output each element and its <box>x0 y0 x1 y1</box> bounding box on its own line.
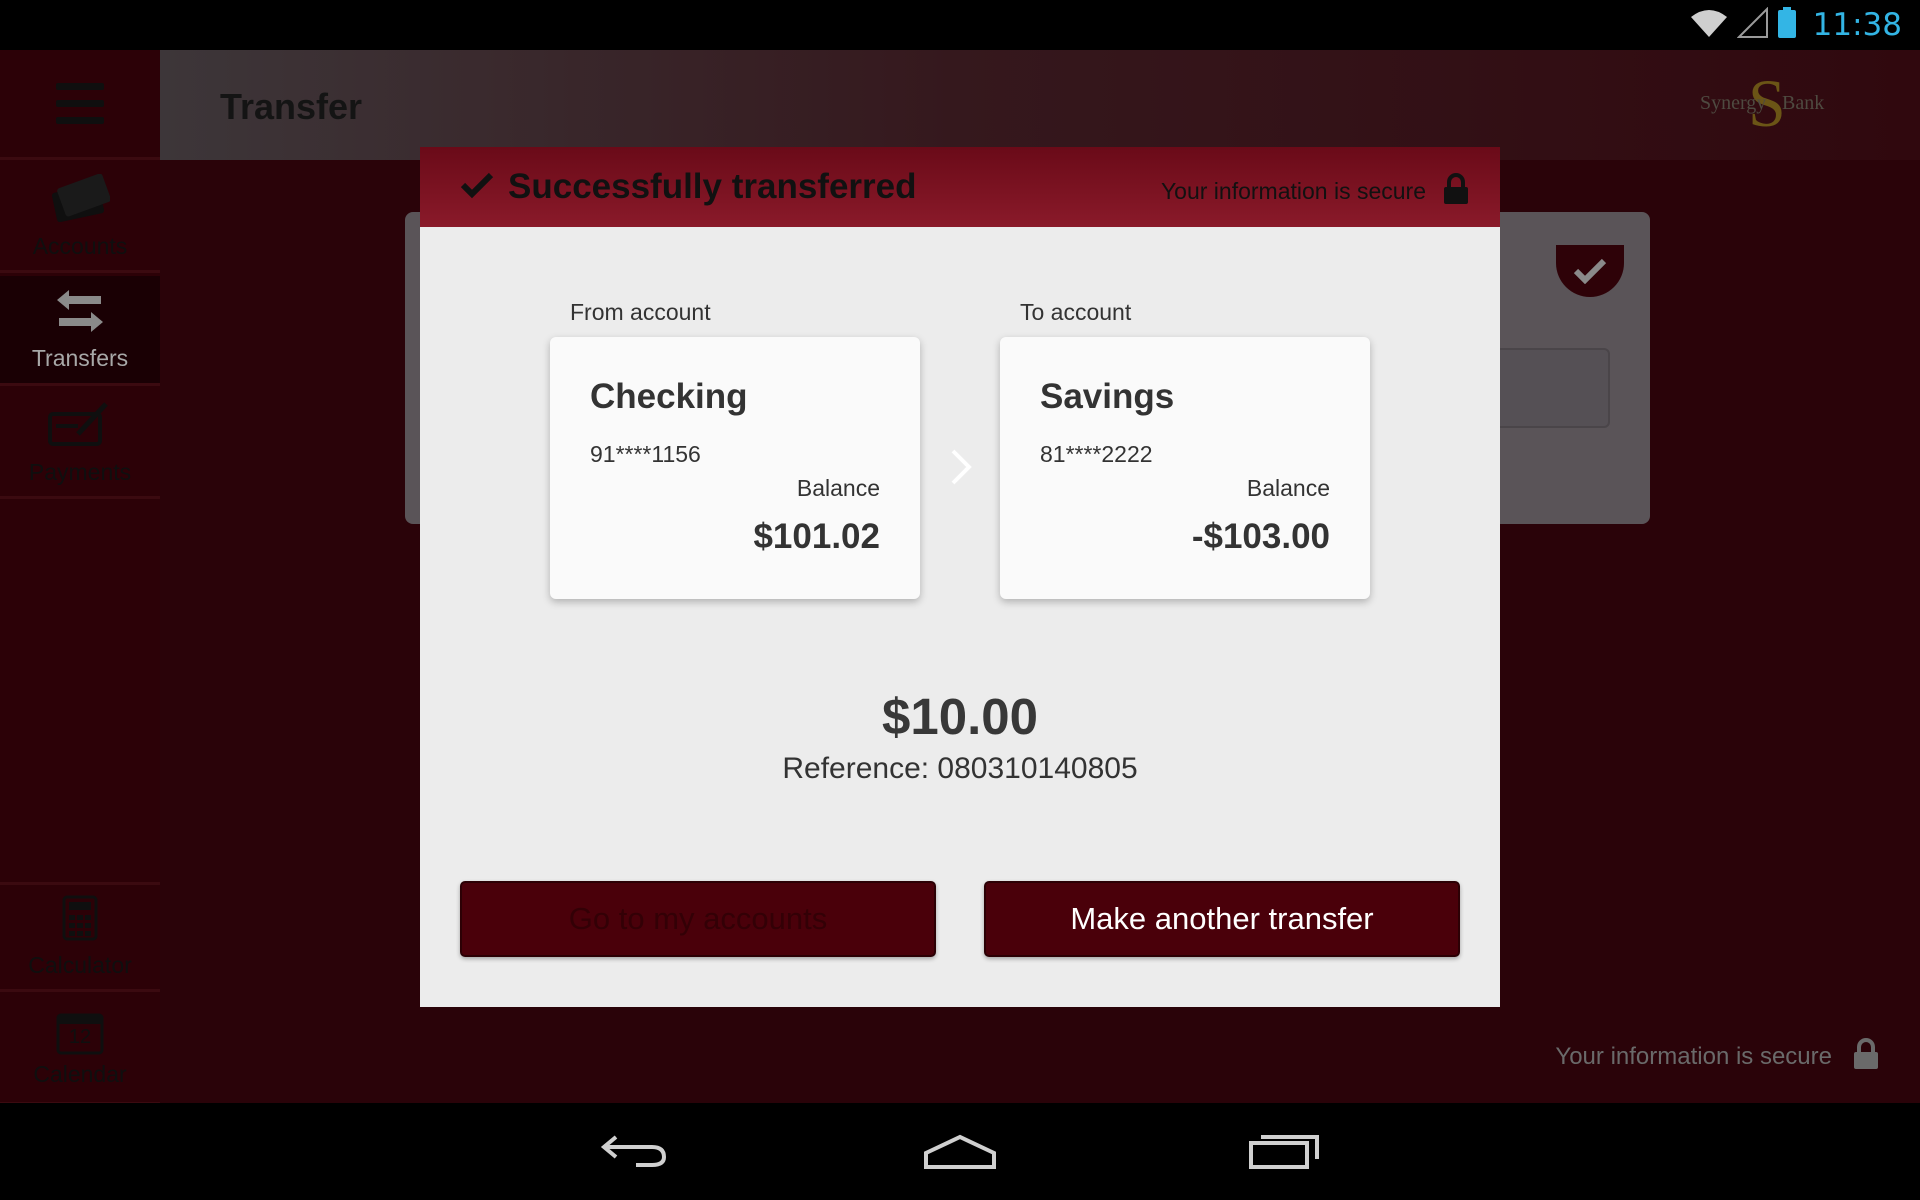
calendar-icon: 12 <box>56 1009 104 1055</box>
footer-secure-text: Your information is secure <box>1555 1042 1832 1070</box>
sidebar-item-label: Calendar <box>33 1061 127 1087</box>
to-account-number: 81****2222 <box>1040 441 1153 467</box>
sidebar-item-label: Accounts <box>32 232 128 259</box>
bank-logo: S Synergy Bank <box>1700 65 1840 141</box>
from-balance-value: $101.02 <box>753 517 880 556</box>
check-icon <box>1573 258 1607 284</box>
calendar-day: 12 <box>68 1026 92 1048</box>
from-account-card: Checking 91****1156 Balance $101.02 <box>550 337 920 599</box>
from-account-name: Checking <box>590 377 748 416</box>
home-icon <box>924 1134 996 1169</box>
status-bar: 11:38 <box>0 0 1920 50</box>
recent-apps-button[interactable] <box>1235 1125 1335 1177</box>
menu-button[interactable] <box>0 50 160 160</box>
dialog-header: Successfully transferred Your informatio… <box>420 147 1500 227</box>
to-balance-value: -$103.00 <box>1191 517 1330 556</box>
sidebar-item-payments[interactable]: Payments <box>0 389 160 499</box>
system-nav-bar <box>0 1103 1920 1200</box>
lock-icon <box>1852 1038 1880 1075</box>
sidebar-item-transfers[interactable]: Transfers <box>0 276 160 386</box>
make-another-transfer-button[interactable]: Make another transfer <box>984 881 1460 957</box>
to-account-name: Savings <box>1040 377 1175 416</box>
sidebar-item-label: Transfers <box>31 344 129 371</box>
back-icon <box>600 1135 667 1167</box>
footer-secure-notice: Your information is secure <box>1555 1038 1880 1075</box>
from-balance-label: Balance <box>796 475 880 501</box>
to-account-card: Savings 81****2222 Balance -$103.00 <box>1000 337 1370 599</box>
page-title: Transfer <box>220 86 363 127</box>
sidebar: Accounts Transfers Payments Calculator 1… <box>0 50 160 1103</box>
transfer-reference: Reference: 080310140805 <box>782 752 1138 785</box>
recent-apps-icon <box>1249 1135 1319 1169</box>
wifi-icon <box>1689 7 1729 44</box>
check-icon <box>460 171 494 204</box>
background-input <box>1490 348 1610 428</box>
card-icon <box>50 173 111 227</box>
back-button[interactable] <box>585 1125 685 1177</box>
sidebar-item-accounts[interactable]: Accounts <box>0 163 160 273</box>
check-pen-icon <box>48 400 112 453</box>
transfer-success-dialog: Successfully transferred Your informatio… <box>420 147 1500 1007</box>
sidebar-item-label: Payments <box>28 458 132 485</box>
transfer-amount: $10.00 <box>882 688 1038 745</box>
from-account-label: From account <box>570 299 711 325</box>
lock-icon <box>1442 173 1470 210</box>
battery-icon <box>1777 6 1797 44</box>
calculator-icon <box>62 895 98 946</box>
status-clock: 11:38 <box>1812 7 1902 43</box>
transfer-arrows-icon <box>55 288 105 339</box>
top-bar: Transfer S Synergy Bank <box>160 50 1920 160</box>
dialog-secure-notice: Your information is secure <box>1161 173 1470 210</box>
to-account-label: To account <box>1020 299 1132 325</box>
sidebar-item-label: Calculator <box>28 952 132 978</box>
go-to-accounts-button[interactable]: Go to my accounts <box>460 881 936 957</box>
from-account-number: 91****1156 <box>590 441 701 467</box>
logo-word-left: Synergy <box>1700 92 1767 114</box>
chevron-right-icon <box>945 447 975 492</box>
sidebar-item-calculator[interactable]: Calculator <box>0 882 160 992</box>
to-balance-label: Balance <box>1246 475 1330 501</box>
logo-word-right: Bank <box>1782 92 1825 114</box>
signal-icon <box>1736 6 1769 44</box>
hamburger-icon <box>56 78 104 129</box>
sidebar-item-calendar[interactable]: 12 Calendar <box>0 995 160 1103</box>
dialog-title: Successfully transferred <box>508 167 917 206</box>
home-button[interactable] <box>910 1125 1010 1177</box>
dialog-secure-text: Your information is secure <box>1160 178 1426 204</box>
